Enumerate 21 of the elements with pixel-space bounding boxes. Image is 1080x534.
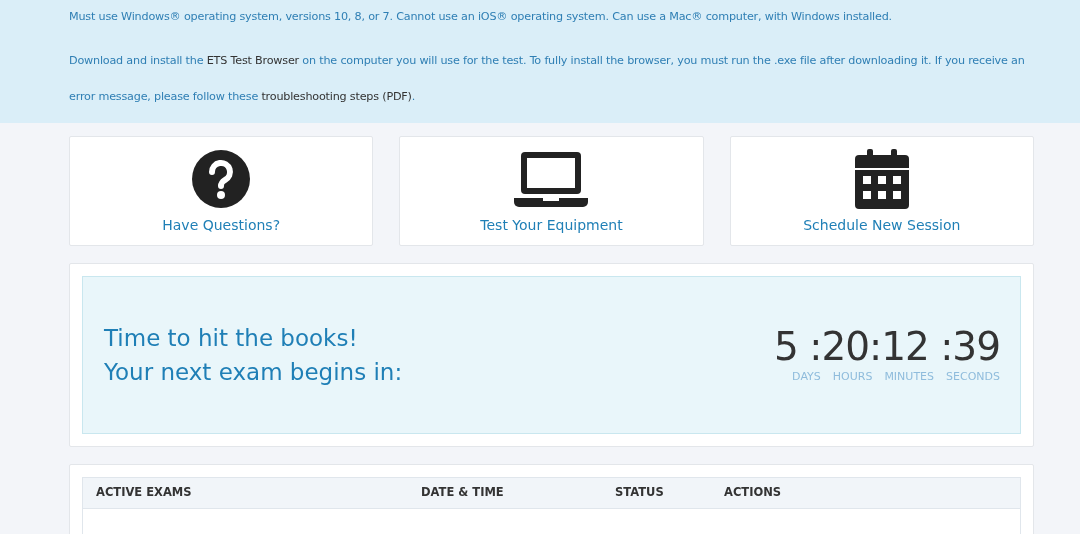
calendar-icon xyxy=(854,149,909,209)
column-header: ACTIONS xyxy=(723,484,783,502)
question-icon xyxy=(191,149,252,209)
unit-label: MINUTES xyxy=(884,368,935,385)
shortcut-tile[interactable]: Have Questions? xyxy=(69,136,374,246)
countdown-message: Time to hit the books! xyxy=(104,324,359,353)
shortcut-tile[interactable]: Test Your Equipment xyxy=(399,136,704,246)
column-header: ACTIVE EXAMS xyxy=(95,484,193,502)
unit-label: DAYS xyxy=(792,368,821,385)
countdown-timer: 5 :20:12 :39 xyxy=(774,324,1000,369)
unit-label: SECONDS xyxy=(946,368,1000,385)
notice-text: Download and install the ETS Test Browser on the computer you will use for the test. To fully install the browser, you must run the .exe file after downloading it. If you receive an error message, please follow these troubleshooting steps (PDF). xyxy=(69,53,1026,105)
shortcut-tile[interactable]: Schedule New Session xyxy=(729,136,1034,246)
column-header: DATE & TIME xyxy=(420,484,505,502)
notice-link[interactable]: ETS Test Browser xyxy=(206,54,299,67)
laptop-icon xyxy=(513,149,590,209)
notice-link[interactable]: troubleshooting steps (PDF) xyxy=(261,90,412,103)
unit-label: HOURS xyxy=(832,368,873,385)
column-header: STATUS xyxy=(614,484,665,502)
notice-text: Must use Windows® operating system, versions 10, 8, or 7. Cannot use an iOS® operating system. Can use a Mac® computer, with Windows installed. xyxy=(69,9,893,25)
countdown-message: Your next exam begins in: xyxy=(104,358,403,387)
